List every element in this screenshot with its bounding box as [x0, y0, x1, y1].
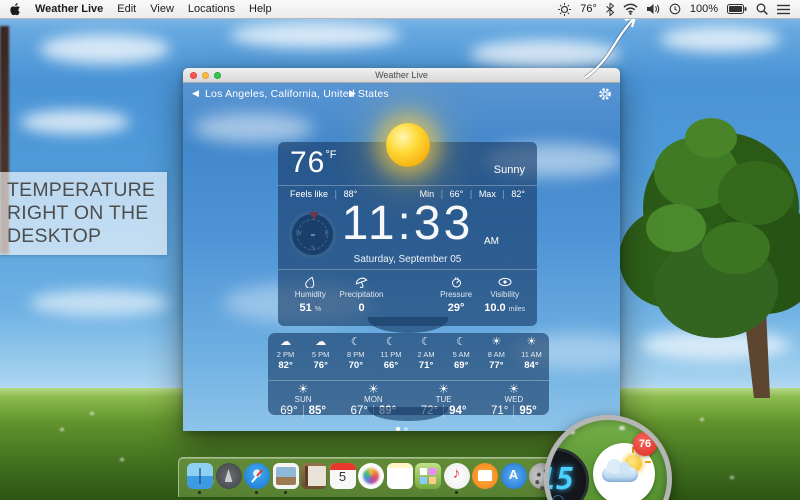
caption-line: RIGHT ON THE [7, 202, 149, 224]
window-titlebar[interactable]: Weather Live [183, 68, 620, 83]
hourly-item[interactable]: ☾ 2 AM 71° [409, 335, 444, 371]
safari-dock-icon[interactable] [244, 463, 270, 494]
menu-app-name[interactable]: Weather Live [35, 3, 103, 15]
daily-item[interactable]: ☀ SUN 69° 85° [268, 382, 338, 417]
window-title: Weather Live [375, 70, 428, 80]
cloud [230, 22, 400, 48]
stat-humidity: Humidity 51 % [286, 271, 335, 326]
status-temperature[interactable]: 76° [580, 3, 597, 15]
launchpad-dock-icon[interactable] [215, 463, 242, 489]
clear-night-icon: ☾ [421, 336, 431, 348]
pressure-icon [432, 275, 481, 288]
notification-center-icon[interactable] [777, 4, 790, 15]
next-location-icon[interactable]: ▶ [349, 88, 356, 99]
sunny-icon: ☀ [491, 336, 502, 348]
precipitation-icon [335, 275, 389, 288]
current-condition: Sunny [493, 164, 525, 176]
temperature-unit: °F [325, 149, 337, 161]
bluetooth-icon[interactable] [606, 2, 614, 16]
contacts-dock-icon[interactable] [301, 463, 327, 489]
status-battery-percent[interactable]: 100% [690, 3, 718, 15]
location-name[interactable]: Los Angeles, California, United States [205, 88, 389, 100]
apple-icon[interactable] [10, 2, 21, 16]
daily-item[interactable]: ☀ MON 67° 89° [338, 382, 408, 417]
hourly-item[interactable]: ☁ 2 PM 82° [268, 335, 303, 371]
settings-gear-icon[interactable] [598, 87, 612, 101]
clock-status-icon[interactable] [669, 3, 681, 15]
menu-locations[interactable]: Locations [188, 3, 235, 15]
volume-icon[interactable] [646, 3, 660, 15]
window-content: ◀ Los Angeles, California, United States… [183, 83, 620, 431]
battery-icon[interactable] [727, 4, 747, 14]
daily-forecast: ☀ SUN 69° 85° ☀ MON 67° 89° ☀ TUE 72° 94° ☀ WED 71°… [268, 382, 549, 417]
weather-status-sun-icon[interactable] [558, 2, 572, 16]
desktop-caption-panel: TEMPERATURE RIGHT ON THE DESKTOP [0, 172, 167, 255]
preview-dock-icon[interactable] [272, 463, 299, 494]
caption-line: TEMPERATURE [7, 179, 156, 201]
spotlight-search-icon[interactable] [756, 3, 768, 15]
hourly-item[interactable]: ☾ 5 AM 69° [444, 335, 479, 371]
daily-item[interactable]: ☀ TUE 72° 94° [409, 382, 479, 417]
page-dots[interactable] [183, 418, 620, 431]
photos-dock-icon[interactable] [358, 463, 384, 489]
menu-edit[interactable]: Edit [117, 3, 136, 15]
weather-live-window: Weather Live ◀ Los Angeles, California, … [183, 68, 620, 431]
cloud [20, 110, 130, 134]
sunny-icon: ☀ [367, 382, 379, 396]
caption-line: DESKTOP [7, 225, 102, 247]
clear-night-icon: ☾ [456, 336, 467, 348]
notes-dock-icon[interactable] [386, 463, 413, 489]
clock-date: Saturday, September 05 [353, 254, 462, 265]
partly-cloudy-icon: ☁ [280, 336, 292, 348]
humidity-icon [286, 275, 335, 288]
sunny-icon: ☀ [438, 382, 449, 396]
clear-night-icon: ☾ [386, 336, 396, 348]
app-store-dock-icon[interactable] [500, 463, 527, 489]
previous-location-icon[interactable]: ◀ [192, 88, 199, 99]
sunny-icon: ☀ [508, 382, 520, 396]
icon-cloud [602, 459, 638, 482]
hourly-item[interactable]: ☁ 5 PM 76° [303, 335, 338, 371]
location-bar: ◀ Los Angeles, California, United States… [183, 85, 620, 105]
stat-visibility: Visibility 10.0 miles [480, 271, 529, 326]
cloud [40, 34, 170, 64]
hourly-item[interactable]: ☀ 8 AM 77° [479, 335, 514, 371]
hourly-item[interactable]: ☾ 8 PM 70° [338, 335, 373, 371]
stat-precipitation: Precipitation 0 [335, 271, 389, 326]
stat-pressure: Pressure 29° [432, 271, 481, 326]
hourly-item[interactable]: ☾ 11 PM 66° [373, 335, 408, 371]
magnified-clock-widget[interactable]: 15 [549, 448, 589, 500]
clock-meridiem: AM [484, 236, 499, 247]
menu-help[interactable]: Help [249, 3, 272, 15]
current-conditions-panel: 76°F Sunny Feels like ❘ 88° Min ❘ 66° ❘ Max ❘ 82… [278, 142, 537, 333]
current-temperature: 76°F [290, 146, 337, 179]
calendar-dock-icon[interactable]: 5 [329, 463, 356, 489]
temperature-badge: 76 [633, 432, 657, 456]
menu-view[interactable]: View [150, 3, 174, 15]
widgets-folder-dock-icon[interactable] [415, 463, 441, 489]
clear-night-icon: ☾ [350, 336, 361, 348]
finder-dock-icon[interactable] [187, 463, 213, 494]
cloud [660, 26, 780, 52]
forecast-panel: ☁ 2 PM 82° ☁ 5 PM 76° ☾ 8 PM 70° ☾ 11 PM 66° ☾ 2 … [268, 333, 549, 421]
sunny-icon: ☀ [526, 336, 537, 348]
menu-bar: Weather Live Edit View Locations Help 76… [0, 0, 800, 19]
wifi-icon[interactable] [623, 3, 638, 15]
desktop: Weather Live Edit View Locations Help 76… [0, 0, 800, 500]
visibility-icon [480, 275, 529, 288]
itunes-dock-icon[interactable] [443, 463, 470, 494]
sun-graphic [386, 123, 430, 167]
stats-row: Humidity 51 % Precipitation 0 Pressure 2… [278, 271, 537, 326]
tree [619, 118, 800, 398]
hourly-item[interactable]: ☀ 11 AM 84° [514, 335, 549, 371]
ibooks-dock-icon[interactable] [472, 463, 498, 489]
partly-cloudy-icon: ☁ [315, 336, 327, 348]
daily-item[interactable]: ☀ WED 71° 95° [479, 382, 549, 417]
hourly-forecast: ☁ 2 PM 82° ☁ 5 PM 76° ☾ 8 PM 70° ☾ 11 PM 66° ☾ 2 … [268, 335, 549, 371]
sunny-icon: ☀ [297, 382, 309, 396]
cloud [30, 290, 170, 316]
